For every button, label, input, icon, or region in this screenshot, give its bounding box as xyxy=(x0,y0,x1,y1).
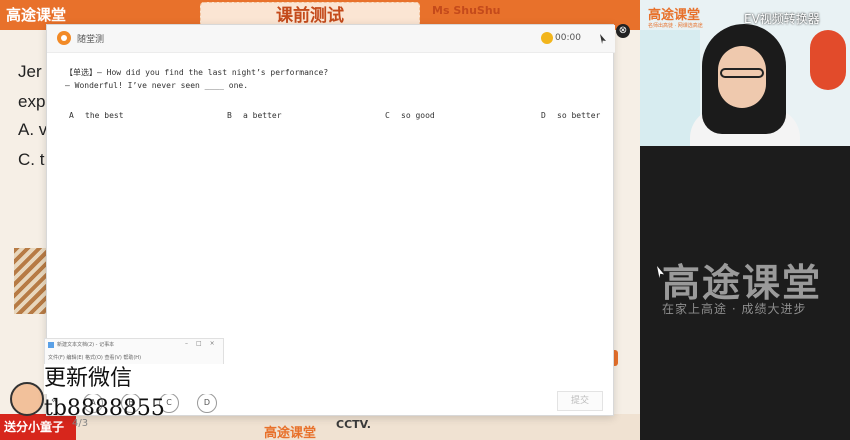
close-icon[interactable]: ⊗ xyxy=(616,24,630,38)
glasses-icon xyxy=(720,68,764,78)
video-subtitle: 名师出高徒 · 网课选高途 xyxy=(648,23,703,29)
slide-text-line: exp xyxy=(18,92,46,111)
option-a[interactable]: Athe best xyxy=(69,111,124,120)
avatar xyxy=(10,382,44,416)
option-letter: A xyxy=(69,111,74,120)
notepad-title: 新建文本文档(2) - 记事本 xyxy=(57,342,115,348)
screen: 高途课堂 课前测试 Ms ShuShu Jer exp A. v C. t 送分… xyxy=(0,0,850,440)
slide-text-line: A. v xyxy=(18,120,48,139)
quiz-header: 随堂测 00:00 xyxy=(47,25,615,53)
question-text: 【单选】— How did you find the last night’s … xyxy=(65,68,329,77)
ev-watermark: EV视频转换器 xyxy=(744,12,820,26)
answer-circle-d[interactable]: D xyxy=(197,393,217,413)
submit-button[interactable]: 提交 xyxy=(557,391,603,411)
option-text: the best xyxy=(85,111,124,120)
option-b[interactable]: Ba better xyxy=(227,111,282,120)
option-letter: C xyxy=(385,111,390,120)
window-controls[interactable]: –□× xyxy=(185,340,223,347)
teacher-video: 高途课堂 名师出高徒 · 网课选高途 EV视频转换器 xyxy=(640,0,850,146)
option-text: a better xyxy=(243,111,282,120)
option-d[interactable]: Dso better xyxy=(541,111,600,120)
video-logo: 高途课堂 xyxy=(648,8,701,23)
clock-icon xyxy=(541,32,553,44)
slide-footer-logo: 高途课堂 xyxy=(264,426,317,440)
notepad-icon xyxy=(48,342,54,348)
quiz-logo-icon xyxy=(57,31,71,45)
question-text: — Wonderful! I’ve never seen ____ one. xyxy=(65,81,249,90)
quiz-title: 随堂测 xyxy=(77,35,105,45)
slide-badge: Ms ShuShu xyxy=(432,4,501,17)
fox-mascot xyxy=(810,30,846,90)
option-letter: B xyxy=(227,111,232,120)
slide-text-line: C. t xyxy=(18,150,45,169)
brand-logo: 高途课堂 xyxy=(662,261,823,305)
notepad-content[interactable]: 更新微信tb8888855 xyxy=(44,364,224,421)
slide-text-line: Jer xyxy=(18,62,42,81)
notepad-menu[interactable]: 文件(F) 编辑(E) 格式(O) 查看(V) 帮助(H) xyxy=(48,354,141,361)
brand-slogan: 在家上高途 · 成绩大进步 xyxy=(662,302,807,316)
option-text: so better xyxy=(557,111,601,120)
slide-footer-cctv: CCTV. xyxy=(336,418,371,431)
slide-logo: 高途课堂 xyxy=(6,6,67,24)
option-letter: D xyxy=(541,111,546,120)
quiz-timer: 00:00 xyxy=(555,33,581,43)
option-text: so good xyxy=(401,111,435,120)
slide-photo xyxy=(14,248,46,314)
option-c[interactable]: Cso good xyxy=(385,111,435,120)
